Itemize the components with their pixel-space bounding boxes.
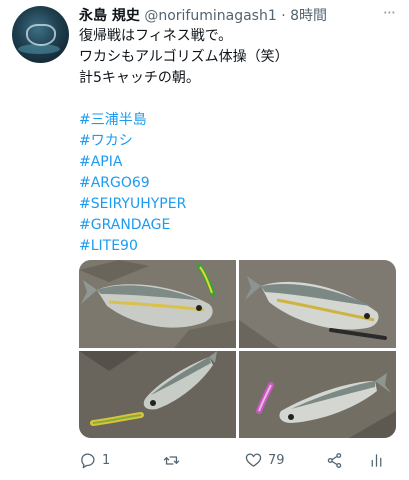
retweet-button[interactable] xyxy=(163,450,186,470)
photo-fish-2[interactable] xyxy=(239,260,396,348)
tweet-line: 復帰戦はフィネス戦で。 xyxy=(79,28,233,44)
reply-icon xyxy=(81,452,95,468)
hashtag-link[interactable]: #ワカシ xyxy=(79,131,397,152)
stats-icon xyxy=(371,453,382,467)
photo-fish-3[interactable] xyxy=(79,351,236,438)
hashtag-link[interactable]: #SEIRYUHYPER xyxy=(79,194,397,215)
tweet-time[interactable]: 8時間 xyxy=(290,8,327,24)
action-bar: 1 79 xyxy=(79,450,397,470)
like-count: 79 xyxy=(268,452,285,468)
photo-fish-1[interactable] xyxy=(79,260,236,348)
hashtag-link[interactable]: #GRANDAGE xyxy=(79,215,397,236)
heart-icon xyxy=(245,452,262,467)
stats-button[interactable] xyxy=(368,450,385,470)
author-name[interactable]: 永島 規史 xyxy=(79,8,140,24)
more-dots-icon[interactable]: ··· xyxy=(383,3,396,22)
retweet-icon xyxy=(163,455,180,465)
hashtag-link[interactable]: #ARGO69 xyxy=(79,173,397,194)
share-icon xyxy=(327,452,342,468)
reply-button[interactable]: 1 xyxy=(79,450,110,470)
hashtag-link[interactable]: #三浦半島 xyxy=(79,110,397,131)
tweet-line: 計5キャッチの朝。 xyxy=(79,70,200,86)
avatar[interactable] xyxy=(12,6,69,63)
hashtag-link[interactable]: #APIA xyxy=(79,152,397,173)
author-handle[interactable]: @norifuminagash1 xyxy=(144,8,276,24)
tweet[interactable]: 永島 規史 @norifuminagash1 · 8時間 ··· 復帰戦はフィネ… xyxy=(0,0,409,480)
header-separator: · xyxy=(281,8,286,24)
hashtag-link[interactable]: #LITE90 xyxy=(79,236,397,257)
tweet-text: 復帰戦はフィネス戦で。 ワカシもアルゴリズム体操（笑） 計5キャッチの朝。 #三… xyxy=(79,26,397,257)
tweet-line: ワカシもアルゴリズム体操（笑） xyxy=(79,49,289,65)
reply-count: 1 xyxy=(102,452,111,468)
share-button[interactable] xyxy=(326,450,343,470)
avatar-net xyxy=(26,24,56,46)
like-button[interactable]: 79 xyxy=(245,450,285,470)
photo-fish-4[interactable] xyxy=(239,351,396,438)
photo-grid xyxy=(79,260,396,438)
tweet-header: 永島 規史 @norifuminagash1 · 8時間 xyxy=(79,6,394,26)
